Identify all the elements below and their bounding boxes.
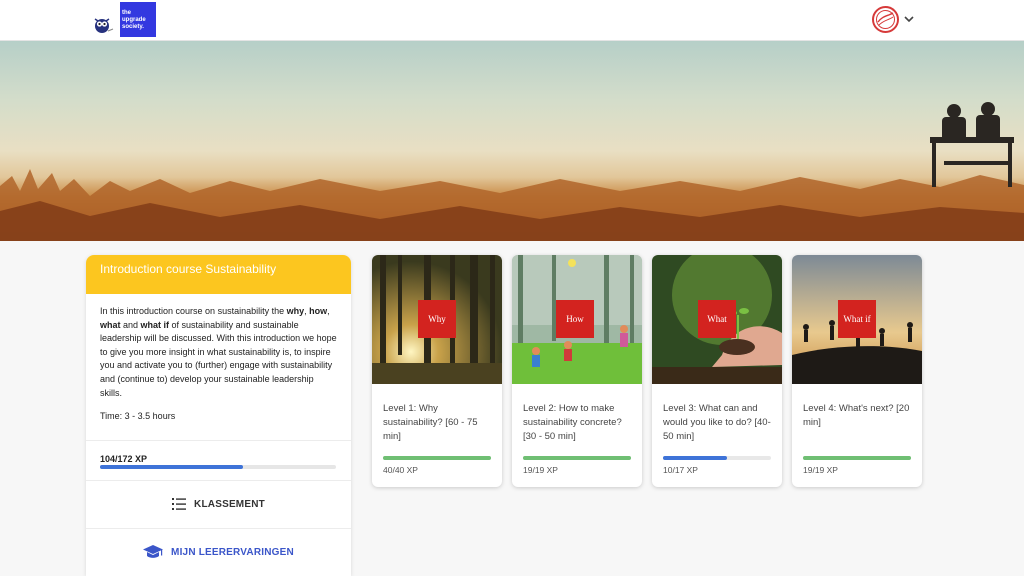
level-tag: What bbox=[698, 300, 736, 338]
level-card-1[interactable]: Why Level 1: Why sustainability? [60 - 7… bbox=[372, 255, 502, 487]
my-learning-experiences-button[interactable]: MIJN LEERERVARINGEN bbox=[86, 529, 351, 575]
level-progress bbox=[383, 456, 491, 460]
course-panel: Introduction course Sustainability In th… bbox=[86, 255, 351, 576]
chevron-down-icon[interactable] bbox=[903, 13, 915, 25]
level-title: Level 2: How to make sustainability conc… bbox=[523, 403, 622, 442]
user-avatar-icon[interactable] bbox=[872, 6, 899, 33]
leaderboard-label: KLASSEMENT bbox=[194, 498, 265, 510]
level-progress-fill bbox=[803, 456, 911, 460]
course-description: In this introduction course on sustainab… bbox=[100, 306, 337, 398]
course-xp-progress bbox=[100, 465, 336, 469]
level-card-3[interactable]: What Level 3: What can and would you lik… bbox=[652, 255, 782, 487]
brand-name: the upgrade society. bbox=[122, 10, 146, 30]
level-tag: Why bbox=[418, 300, 456, 338]
course-time: Time: 3 - 3.5 hours bbox=[100, 411, 176, 421]
my-learning-experiences-label: MIJN LEERERVARINGEN bbox=[171, 546, 294, 558]
level-xp: 10/17 XP bbox=[663, 465, 698, 475]
level-progress-fill bbox=[523, 456, 631, 460]
level-title: Level 3: What can and would you like to … bbox=[663, 403, 771, 442]
level-progress bbox=[523, 456, 631, 460]
level-card-4[interactable]: What if Level 4: What's next? [20 min] 1… bbox=[792, 255, 922, 487]
top-bar: the upgrade society. bbox=[0, 0, 1024, 41]
list-ordered-icon bbox=[172, 498, 187, 510]
level-progress bbox=[663, 456, 771, 460]
course-xp-label: 104/172 XP bbox=[100, 454, 148, 464]
level-xp: 19/19 XP bbox=[523, 465, 558, 475]
level-tag: What if bbox=[838, 300, 876, 338]
course-title-bar: Introduction course Sustainability bbox=[86, 255, 351, 294]
level-xp: 19/19 XP bbox=[803, 465, 838, 475]
course-title: Introduction course Sustainability bbox=[100, 262, 277, 276]
level-card-2[interactable]: How Level 2: How to make sustainability … bbox=[512, 255, 642, 487]
level-xp: 40/40 XP bbox=[383, 465, 418, 475]
level-title: Level 1: Why sustainability? [60 - 75 mi… bbox=[383, 403, 478, 442]
brand-logo[interactable]: the upgrade society. bbox=[120, 2, 156, 37]
owl-mascot-icon[interactable] bbox=[92, 13, 114, 35]
level-progress-fill bbox=[383, 456, 491, 460]
graduation-cap-icon bbox=[143, 545, 164, 558]
level-progress-fill bbox=[663, 456, 727, 460]
level-progress bbox=[803, 456, 911, 460]
divider bbox=[86, 440, 351, 441]
level-title: Level 4: What's next? [20 min] bbox=[803, 403, 910, 428]
level-tag: How bbox=[556, 300, 594, 338]
hero-banner bbox=[0, 41, 1024, 241]
leaderboard-button[interactable]: KLASSEMENT bbox=[86, 481, 351, 527]
course-xp-progress-fill bbox=[100, 465, 243, 469]
